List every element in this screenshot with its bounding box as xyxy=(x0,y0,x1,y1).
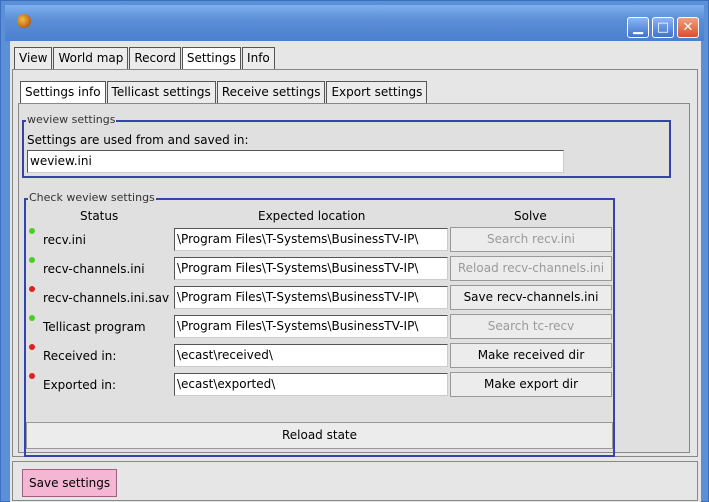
tab-record[interactable]: Record xyxy=(129,47,181,69)
tab-settings-info[interactable]: Settings info xyxy=(20,81,106,103)
ini-file-field[interactable]: weview.ini xyxy=(27,150,564,173)
check-row-label: recv-channels.ini.sav xyxy=(43,291,170,305)
tab-receive-settings[interactable]: Receive settings xyxy=(216,81,326,103)
check-settings-title: Check weview settings xyxy=(28,191,156,204)
status-column-header: Status xyxy=(80,209,119,223)
make-received-dir-button[interactable]: Make received dir xyxy=(450,343,612,368)
tab-tellicast-settings[interactable]: Tellicast settings xyxy=(106,81,216,103)
tab-info[interactable]: Info xyxy=(242,47,275,69)
settings-location-description: Settings are used from and saved in: xyxy=(27,133,249,147)
tab-view[interactable]: View xyxy=(14,47,53,69)
search-recv-ini-button[interactable]: Search recv.ini xyxy=(450,227,612,252)
check-row-label: recv-channels.ini xyxy=(43,262,145,276)
solve-column-header: Solve xyxy=(514,209,547,223)
expected-location-field[interactable]: \Program Files\T-Systems\BusinessTV-IP\ xyxy=(174,228,448,251)
check-row-label: Received in: xyxy=(43,349,117,363)
weview-settings-title: weview settings xyxy=(26,113,117,126)
expected-location-field[interactable]: \Program Files\T-Systems\BusinessTV-IP\ xyxy=(174,315,448,338)
status-ok-indicator xyxy=(29,257,35,263)
expected-location-field[interactable]: \ecast\received\ xyxy=(174,344,448,367)
save-settings-button[interactable]: Save settings xyxy=(22,469,118,497)
reload-state-button[interactable]: Reload state xyxy=(26,422,613,449)
status-error-indicator xyxy=(29,344,35,350)
window-client-area: View World map Record Settings Info Sett… xyxy=(10,41,701,502)
save-recv-channels-button[interactable]: Save recv-channels.ini xyxy=(450,285,612,310)
close-button[interactable]: ✕ xyxy=(677,17,699,38)
application-window: ▁ □ ✕ View World map Record Settings Inf… xyxy=(0,0,709,502)
status-error-indicator xyxy=(29,373,35,379)
tab-export-settings[interactable]: Export settings xyxy=(326,81,428,103)
minimize-button[interactable]: ▁ xyxy=(627,17,649,38)
expected-location-field[interactable]: \Program Files\T-Systems\BusinessTV-IP\ xyxy=(174,286,448,309)
expected-location-field[interactable]: \Program Files\T-Systems\BusinessTV-IP\ xyxy=(174,257,448,280)
search-tc-recv-button[interactable]: Search tc-recv xyxy=(450,314,612,339)
check-row-label: Tellicast program xyxy=(43,320,146,334)
tab-world-map[interactable]: World map xyxy=(53,47,129,69)
title-bar[interactable]: ▁ □ ✕ xyxy=(5,5,704,41)
expected-location-column-header: Expected location xyxy=(258,209,366,223)
check-row-label: recv.ini xyxy=(43,233,86,247)
reload-recv-channels-button[interactable]: Reload recv-channels.ini xyxy=(450,256,612,281)
status-ok-indicator xyxy=(29,315,35,321)
tab-settings[interactable]: Settings xyxy=(181,47,242,69)
status-error-indicator xyxy=(29,286,35,292)
settings-tab-bar: Settings info Tellicast settings Receive… xyxy=(20,81,428,103)
status-ok-indicator xyxy=(29,228,35,234)
check-row-label: Exported in: xyxy=(43,378,117,392)
maximize-button[interactable]: □ xyxy=(652,17,674,38)
main-tab-bar: View World map Record Settings Info xyxy=(14,47,276,69)
make-export-dir-button[interactable]: Make export dir xyxy=(450,372,612,397)
app-icon xyxy=(17,14,31,28)
expected-location-field[interactable]: \ecast\exported\ xyxy=(174,373,448,396)
